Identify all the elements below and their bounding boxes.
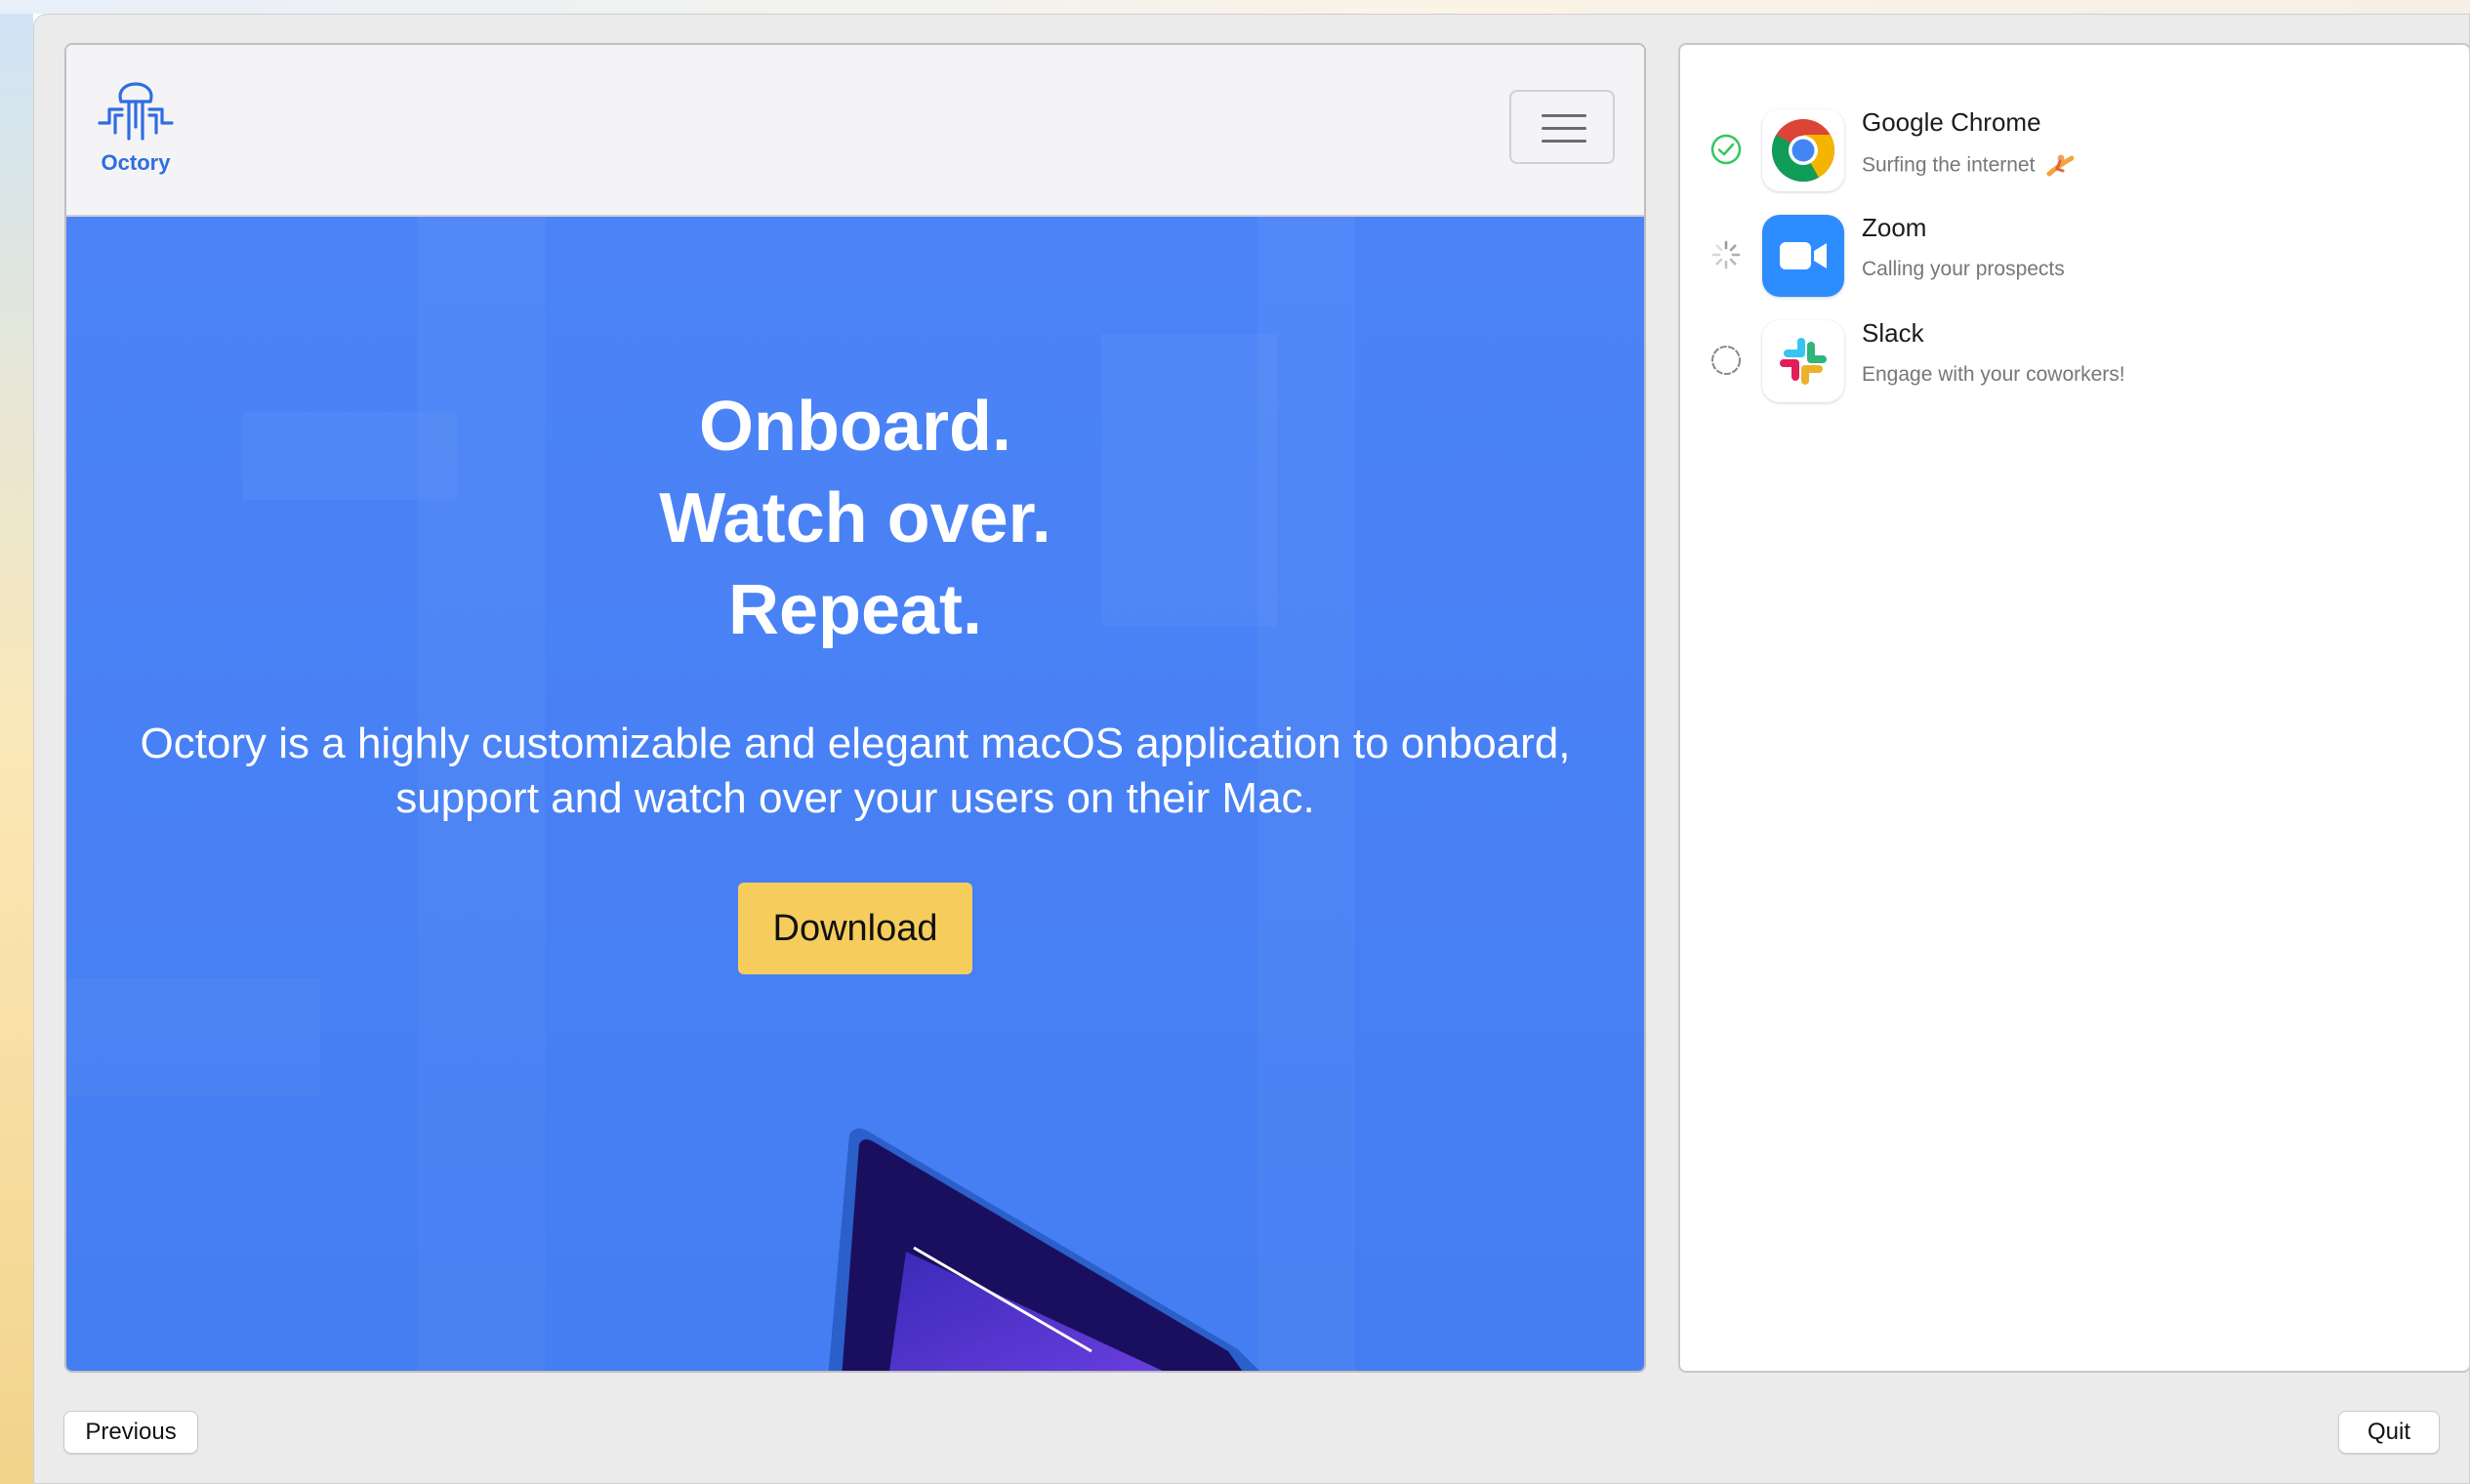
app-subtitle: Engage with your coworkers! xyxy=(1862,363,2125,386)
app-row-chrome: Google Chrome Surfing the internet xyxy=(1680,103,2469,201)
download-button[interactable]: Download xyxy=(738,883,972,974)
laptop-illustration xyxy=(828,1128,1259,1371)
app-row-zoom: Zoom Calling your prospects xyxy=(1680,209,2469,307)
hero-pattern xyxy=(66,978,320,1095)
zoom-camera-glyph xyxy=(1780,242,1827,269)
hero-title-line-2: Watch over. xyxy=(659,479,1051,557)
app-name: Slack xyxy=(1862,318,1924,348)
app-subtitle-row: Surfing the internet xyxy=(1862,152,2075,180)
web-view-panel: Octory Onboard. Watch over. Repeat. Octo… xyxy=(64,43,1646,1373)
app-name: Google Chrome xyxy=(1862,107,2041,137)
loading-spinner-icon xyxy=(1711,240,1741,269)
octory-logo[interactable]: Octory xyxy=(92,68,180,186)
hamburger-line xyxy=(1542,127,1586,130)
pending-circle-icon xyxy=(1711,346,1741,375)
previous-button[interactable]: Previous xyxy=(63,1411,198,1454)
hero-title-line-1: Onboard. xyxy=(699,388,1011,466)
octory-window: Octory Onboard. Watch over. Repeat. Octo… xyxy=(33,14,2470,1484)
zoom-icon xyxy=(1762,215,1844,297)
desktop-edge-top xyxy=(0,0,2470,14)
hamburger-menu-button[interactable] xyxy=(1509,90,1615,164)
hero-description: Octory is a highly customizable and eleg… xyxy=(140,720,1571,822)
chrome-logo xyxy=(1772,119,1835,182)
app-list-panel: Google Chrome Surfing the internet Zoom … xyxy=(1678,43,2469,1373)
hero-title: Onboard. Watch over. Repeat. xyxy=(66,381,1644,656)
hero-section: Onboard. Watch over. Repeat. Octory is a… xyxy=(66,217,1644,1371)
checkmark-circle-icon xyxy=(1710,134,1742,165)
slack-icon xyxy=(1762,320,1844,402)
app-row-slack: Slack Engage with your coworkers! xyxy=(1680,314,2469,412)
site-navbar: Octory xyxy=(66,45,1644,217)
octopus-logo-icon xyxy=(98,82,174,141)
hamburger-line xyxy=(1542,140,1586,143)
slack-logo xyxy=(1780,338,1827,385)
desktop-edge-left xyxy=(0,0,33,1484)
app-subtitle: Surfing the internet xyxy=(1862,153,2036,177)
hamburger-menu-icon xyxy=(1542,114,1586,117)
quit-button[interactable]: Quit xyxy=(2338,1411,2440,1454)
hero-title-line-3: Repeat. xyxy=(727,571,983,649)
app-subtitle: Calling your prospects xyxy=(1862,258,2065,280)
app-name: Zoom xyxy=(1862,213,1927,242)
logo-text: Octory xyxy=(101,150,171,175)
chrome-icon xyxy=(1762,109,1844,191)
surfer-emoji-icon xyxy=(2046,154,2075,177)
